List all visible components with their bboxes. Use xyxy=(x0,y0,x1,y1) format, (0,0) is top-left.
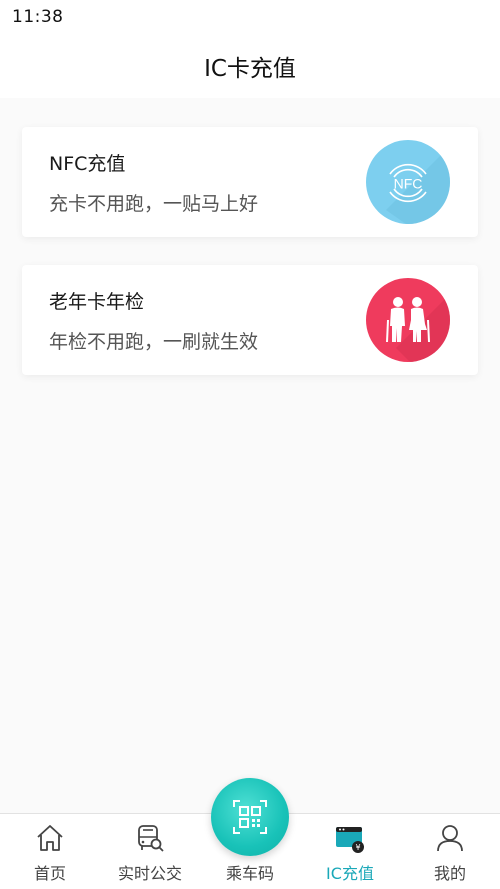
card-subtitle: 充卡不用跑，一贴马上好 xyxy=(49,193,259,215)
card-title: 老年卡年检 xyxy=(49,291,145,313)
tab-home[interactable]: 首页 xyxy=(0,814,100,889)
nfc-recharge-card[interactable]: NFC充值 充卡不用跑，一贴马上好 NFC xyxy=(22,127,478,237)
bus-search-icon xyxy=(138,825,164,852)
card-title: NFC充值 xyxy=(49,153,126,175)
nfc-icon: NFC xyxy=(366,140,450,224)
tab-label: 实时公交 xyxy=(117,864,182,883)
card-wallet-icon: ¥ xyxy=(336,827,364,853)
elderly-card-inspection-card[interactable]: 老年卡年检 年检不用跑，一刷就生效 xyxy=(22,265,478,375)
svg-text:¥: ¥ xyxy=(355,843,360,852)
tab-realtime-bus[interactable]: 实时公交 xyxy=(100,814,200,889)
card-subtitle: 年检不用跑，一刷就生效 xyxy=(49,331,259,353)
status-bar: 11:38 xyxy=(0,0,500,34)
tab-ic-recharge[interactable]: ¥ IC充值 xyxy=(300,814,400,889)
user-icon xyxy=(437,825,463,852)
tab-label: IC充值 xyxy=(326,864,374,883)
status-time: 11:38 xyxy=(12,7,64,27)
app-header: IC卡充值 xyxy=(0,34,500,98)
ride-code-scan-button[interactable] xyxy=(211,778,289,856)
tab-label: 首页 xyxy=(33,864,66,883)
qr-code-icon xyxy=(233,800,267,834)
home-icon xyxy=(37,825,63,851)
elderly-couple-icon xyxy=(366,278,450,362)
page-title: IC卡充值 xyxy=(204,56,296,82)
nfc-icon-text: NFC xyxy=(394,176,423,192)
tab-mine[interactable]: 我的 xyxy=(400,814,500,889)
tab-label: 我的 xyxy=(433,864,466,883)
tab-label: 乘车码 xyxy=(225,864,274,883)
